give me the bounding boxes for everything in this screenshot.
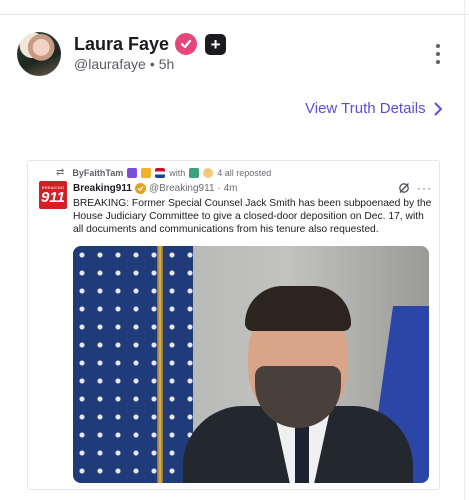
repost-with: with	[169, 167, 186, 178]
source-header: Breaking911 @Breaking911 · 4m	[73, 183, 238, 194]
face-emoji-icon	[203, 167, 214, 178]
view-truth-details-label: View Truth Details	[305, 100, 426, 117]
handle-row: @laurafaye • 5h	[74, 56, 174, 72]
person-hair	[245, 286, 351, 331]
us-flag-emoji-icon	[155, 167, 166, 178]
top-divider	[0, 14, 469, 15]
post-age[interactable]: 5h	[159, 56, 175, 72]
source-post-text: BREAKING: Former Special Counsel Jack Sm…	[73, 198, 432, 235]
embedded-post-card[interactable]: ⇄ ByFaithTam with 4 all reposted BREAKIN…	[27, 160, 440, 490]
author-name[interactable]: Laura Faye	[74, 34, 169, 55]
repost-icon: ⇄	[56, 167, 65, 178]
source-verified-icon	[134, 183, 146, 194]
us-flag-backdrop	[73, 246, 193, 483]
source-handle[interactable]: @Breaking911	[149, 183, 215, 194]
verified-badge-icon	[175, 33, 198, 55]
repost-by[interactable]: ByFaithTam	[72, 168, 123, 178]
cross-emoji-icon	[127, 167, 138, 178]
source-logo-number: 911	[41, 188, 65, 206]
author-handle[interactable]: @laurafaye	[74, 56, 146, 72]
liberty-emoji-icon	[189, 167, 200, 178]
view-truth-details-link[interactable]: View Truth Details	[305, 100, 443, 117]
avatar[interactable]	[17, 32, 61, 76]
separator-dot: •	[149, 56, 155, 72]
lion-emoji-icon	[141, 167, 152, 178]
author-row: Laura Faye +	[74, 33, 227, 55]
news-photo[interactable]	[73, 246, 429, 483]
chevron-right-icon	[434, 102, 442, 115]
grok-icon[interactable]	[398, 182, 410, 194]
repost-suffix: 4 all reposted	[217, 167, 272, 178]
more-options-icon[interactable]	[433, 44, 443, 64]
right-divider	[464, 0, 465, 500]
plus-badge-icon: +	[205, 33, 227, 55]
source-name[interactable]: Breaking911	[73, 183, 132, 194]
more-icon[interactable]: ···	[417, 181, 432, 195]
source-avatar[interactable]: BREAKING 911	[39, 181, 67, 209]
repost-row: ⇄ ByFaithTam with 4 all reposted	[56, 167, 271, 178]
flag-pole	[157, 246, 163, 483]
source-age: · 4m	[217, 183, 238, 194]
